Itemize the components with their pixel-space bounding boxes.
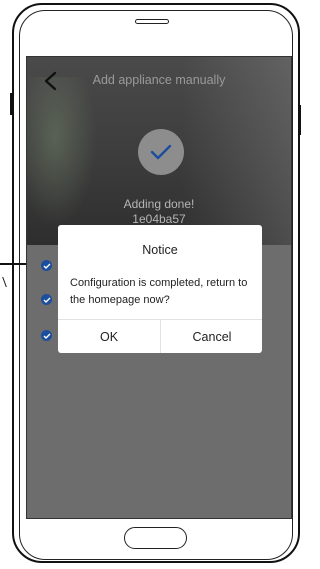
app-screen: Add appliance manually Adding done! 1e04… xyxy=(26,56,292,519)
callout-leader-tick xyxy=(0,277,7,287)
phone-side-button xyxy=(298,105,301,135)
dialog-title: Notice xyxy=(142,243,178,257)
check-dot-icon xyxy=(41,330,52,341)
page-title: Add appliance manually xyxy=(92,73,226,87)
ok-button[interactable]: OK xyxy=(58,320,160,353)
phone-speaker xyxy=(135,19,169,24)
phone-home-button[interactable] xyxy=(124,527,187,549)
status-message: Adding done! xyxy=(123,197,195,211)
notice-dialog: Notice Configuration is completed, retur… xyxy=(58,225,262,353)
check-dot-icon xyxy=(41,294,52,305)
success-badge xyxy=(138,129,184,175)
dialog-message: Configuration is completed, return to th… xyxy=(70,277,248,306)
status-area: Adding done! 1e04ba57 xyxy=(27,197,291,227)
cancel-button[interactable]: Cancel xyxy=(161,320,262,353)
phone-side-button xyxy=(10,93,13,115)
check-dot-icon xyxy=(41,260,52,271)
checkmark-icon xyxy=(150,144,172,160)
